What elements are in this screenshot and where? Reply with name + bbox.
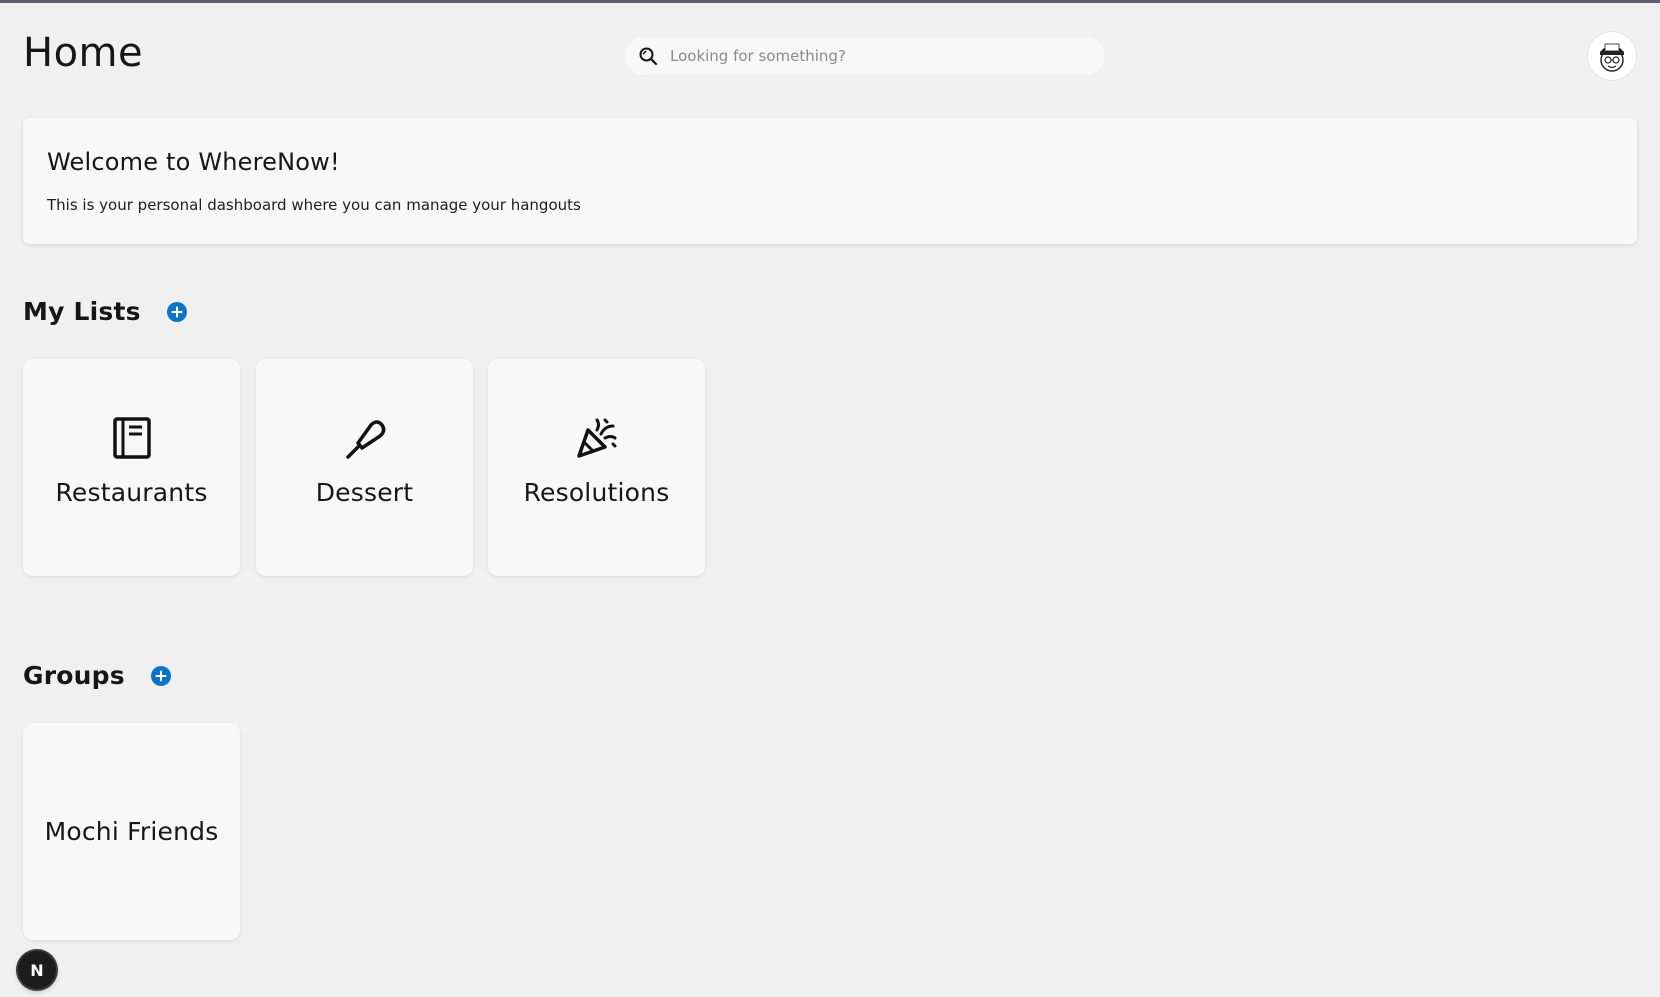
user-avatar-icon xyxy=(1600,43,1624,72)
my-lists-title: My Lists xyxy=(23,297,141,326)
top-window-strip xyxy=(0,0,1660,3)
list-card-dessert[interactable]: Dessert xyxy=(256,359,473,576)
user-avatar[interactable] xyxy=(1588,32,1636,80)
page-title: Home xyxy=(23,30,144,76)
welcome-card: Welcome to WhereNow! This is your person… xyxy=(23,118,1637,244)
group-card-label: Mochi Friends xyxy=(44,817,219,846)
nextjs-logo-icon: N xyxy=(30,960,44,980)
my-lists-header: My Lists xyxy=(23,297,187,326)
party-popper-icon xyxy=(575,416,619,460)
nextjs-dev-badge[interactable]: N xyxy=(18,951,56,989)
notebook-icon xyxy=(110,416,154,460)
welcome-text: This is your personal dashboard where yo… xyxy=(47,196,581,214)
list-card-restaurants[interactable]: Restaurants xyxy=(23,359,240,576)
search-icon xyxy=(638,46,658,66)
welcome-title: Welcome to WhereNow! xyxy=(47,148,340,176)
add-list-button[interactable] xyxy=(166,301,187,322)
list-card-resolutions[interactable]: Resolutions xyxy=(488,359,705,576)
plus-circle-icon xyxy=(155,670,167,681)
popsicle-icon xyxy=(343,416,387,460)
search-input[interactable] xyxy=(670,47,1070,65)
groups-header: Groups xyxy=(23,661,171,690)
plus-circle-icon xyxy=(171,306,183,317)
list-card-label: Resolutions xyxy=(523,478,670,507)
add-group-button[interactable] xyxy=(150,665,171,686)
search-bar[interactable] xyxy=(625,37,1105,75)
list-card-label: Dessert xyxy=(315,478,414,507)
group-card-mochi-friends[interactable]: Mochi Friends xyxy=(23,723,240,940)
list-card-label: Restaurants xyxy=(55,478,208,507)
groups-title: Groups xyxy=(23,661,125,690)
